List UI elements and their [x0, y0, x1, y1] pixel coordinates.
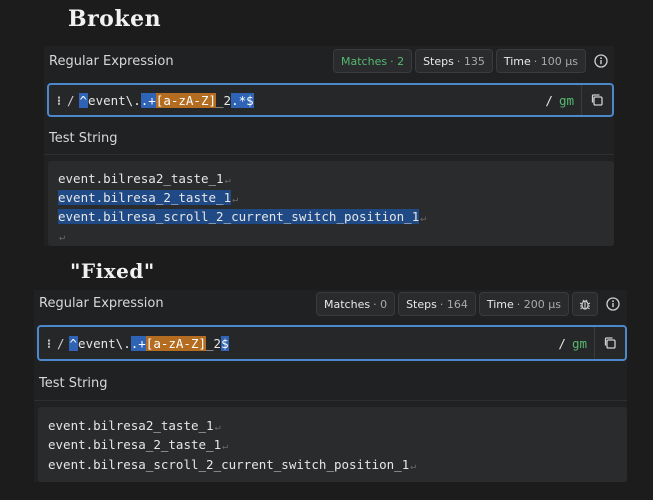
fixed-regex-plus: + — [138, 335, 146, 351]
fixed-regex-literal: event\. — [78, 335, 131, 351]
broken-regex-anchor: ^ — [78, 92, 89, 108]
broken-regex-flags[interactable]: gm — [559, 93, 574, 108]
copy-icon — [604, 337, 616, 349]
broken-test-line-1: event.bilresa2_taste_1↵ — [58, 171, 231, 186]
fixed-drag-handle-icon[interactable]: ⁝ — [47, 336, 51, 351]
broken-test-string-title: Test String — [49, 131, 118, 146]
fixed-regex-input[interactable]: ⁝ / ^ event\. . + [a-zA-Z] _2 $ / gm — [37, 325, 627, 361]
fixed-test-string-area[interactable]: event.bilresa2_taste_1↵ event.bilresa_2_… — [38, 407, 627, 482]
fixed-regex-tail: _2 — [206, 335, 222, 351]
broken-test-string-area[interactable]: event.bilresa2_taste_1↵ event.bilresa_2_… — [48, 161, 614, 246]
broken-matches-badge: Matches · 2 — [333, 49, 413, 73]
broken-divider — [44, 154, 614, 155]
broken-section-title: Regular Expression — [49, 53, 174, 69]
broken-info-icon[interactable] — [589, 50, 613, 72]
broken-heading: Broken — [68, 6, 162, 32]
broken-regex-tail: _2 — [216, 92, 232, 108]
fixed-regex-open-slash: / — [56, 335, 65, 351]
broken-stats: Matches · 2 Steps · 135 Time · 100 µs — [330, 49, 613, 73]
copy-icon — [591, 94, 603, 106]
broken-regex-open-slash: / — [66, 92, 75, 108]
broken-regex-char-class: [a-zA-Z] — [155, 92, 217, 108]
broken-regex-input[interactable]: ⁝ / ^ event\. . + [a-zA-Z] _2 .*$ / gm — [47, 83, 614, 117]
fixed-heading: "Fixed" — [70, 259, 155, 283]
broken-test-line-4: ↵ — [59, 232, 66, 243]
fixed-regex-end: $ — [221, 335, 229, 351]
broken-copy-button[interactable] — [581, 85, 612, 115]
broken-regex-close-slash: / — [545, 92, 553, 108]
broken-time-badge: Time · 100 µs — [495, 49, 586, 73]
fixed-test-line-1: event.bilresa2_taste_1↵ — [48, 418, 221, 433]
fixed-debugger-button[interactable] — [572, 292, 598, 316]
fixed-steps-badge: Steps · 164 — [398, 292, 476, 316]
fixed-divider — [34, 400, 627, 401]
broken-drag-handle-icon[interactable]: ⁝ — [57, 93, 61, 108]
fixed-stats: Matches · 0 Steps · 164 Time · 200 µs — [313, 292, 625, 316]
broken-steps-badge: Steps · 135 — [415, 49, 493, 73]
fixed-copy-button[interactable] — [594, 327, 625, 359]
fixed-regex-dot: . — [130, 335, 139, 351]
broken-regex-dot: . — [140, 92, 149, 108]
broken-test-line-2: event.bilresa_2_taste_1↵ — [58, 190, 239, 205]
fixed-test-string-title: Test String — [39, 376, 108, 391]
fixed-test-line-2: event.bilresa_2_taste_1↵ — [48, 437, 229, 452]
broken-regex-end: .*$ — [231, 92, 254, 108]
bug-icon — [579, 299, 591, 310]
fixed-time-badge: Time · 200 µs — [478, 292, 569, 316]
broken-test-line-3: event.bilresa_scroll_2_current_switch_po… — [58, 209, 427, 224]
fixed-section-title: Regular Expression — [39, 295, 164, 311]
fixed-regex-anchor: ^ — [68, 335, 79, 351]
fixed-matches-badge: Matches · 0 — [316, 292, 396, 316]
broken-regex-literal: event\. — [88, 92, 141, 108]
fixed-info-icon[interactable] — [601, 293, 625, 315]
fixed-regex-close-slash: / — [558, 335, 566, 351]
broken-regex-plus: + — [148, 92, 156, 108]
fixed-regex-flags[interactable]: gm — [572, 336, 587, 351]
fixed-regex-char-class: [a-zA-Z] — [145, 335, 207, 351]
fixed-test-line-3: event.bilresa_scroll_2_current_switch_po… — [48, 457, 417, 472]
